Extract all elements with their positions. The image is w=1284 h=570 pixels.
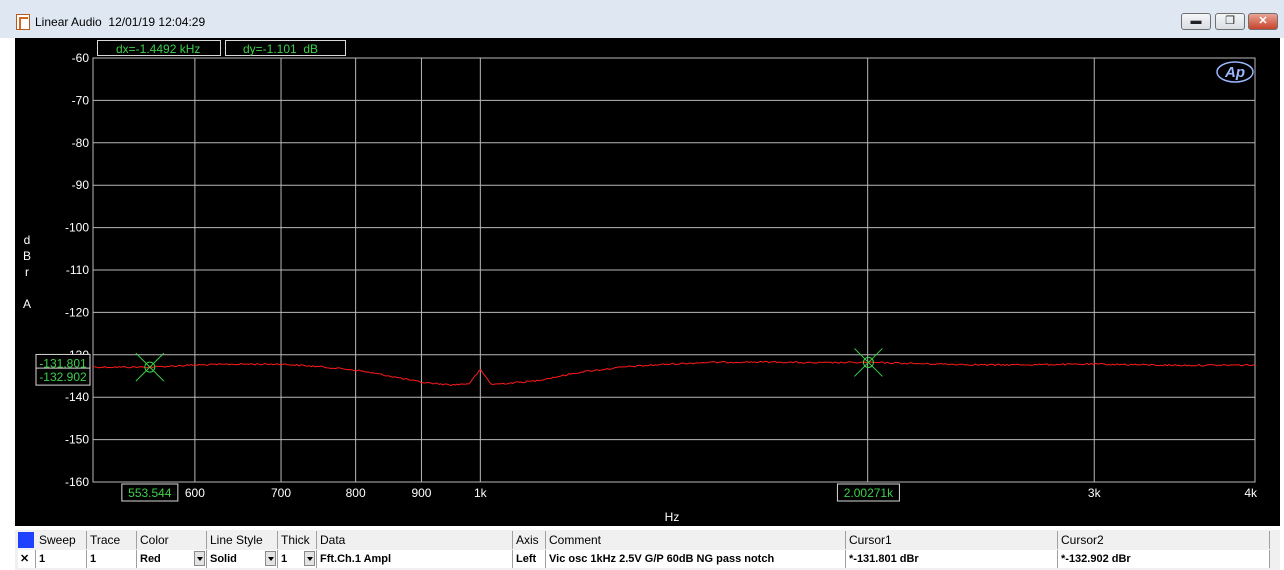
- x-axis-ticks: 600 700 800 900 1k 3k 4k: [185, 486, 1258, 500]
- chevron-down-icon[interactable]: [304, 551, 315, 566]
- trace-line: [92, 360, 1256, 387]
- y-tick-label: -120: [65, 305, 89, 319]
- chevron-down-icon[interactable]: [265, 551, 276, 566]
- y-tick-label: -160: [65, 475, 89, 489]
- minimize-button[interactable]: ▬: [1181, 13, 1211, 30]
- y-axis-label-char: B: [23, 249, 31, 263]
- col-header-axis[interactable]: Axis: [513, 531, 546, 549]
- y-tick-label: -90: [72, 178, 90, 192]
- cursor-layer[interactable]: -131.801-132.902553.544 2.00271k: [35, 348, 900, 502]
- cursor-label-text: 553.544: [128, 486, 172, 500]
- col-header-cursor1[interactable]: Cursor1: [846, 531, 1058, 549]
- row-enable-checkbox[interactable]: ✕: [18, 550, 36, 568]
- cell-comment[interactable]: Vic osc 1kHz 2.5V G/P 60dB NG pass notch: [546, 550, 846, 568]
- y-tick-label: -100: [65, 221, 89, 235]
- y-tick-label: -60: [72, 51, 90, 65]
- y-tick-label: -150: [65, 433, 89, 447]
- fft-chart[interactable]: -60-70-80-90-100-110-120-130-140-150-160…: [15, 38, 1280, 526]
- x-tick-label: 3k: [1088, 486, 1102, 500]
- y-axis-ticks: -60-70-80-90-100-110-120-130-140-150-160: [65, 51, 89, 489]
- y-axis-label-char: d: [24, 233, 31, 247]
- close-button[interactable]: ✕: [1248, 13, 1278, 30]
- thick-value: 1: [281, 553, 288, 565]
- y-tick-label: -80: [72, 136, 90, 150]
- line-style-value: Solid: [210, 553, 237, 565]
- col-header-trace[interactable]: Trace: [87, 531, 137, 549]
- color-select[interactable]: Red: [137, 550, 207, 568]
- row-selector-header[interactable]: [18, 532, 34, 548]
- cell-cursor1[interactable]: *-131.801 dBr: [846, 550, 1058, 568]
- trace-layer: [92, 360, 1256, 387]
- col-header-sweep[interactable]: Sweep: [36, 531, 87, 549]
- x-tick-label: 800: [346, 486, 366, 500]
- cell-axis[interactable]: Left: [513, 550, 546, 568]
- cursor-label-text: 2.00271k: [844, 486, 894, 500]
- ap-logo-icon: Ap: [1216, 61, 1254, 83]
- x-tick-label: 700: [271, 486, 291, 500]
- cell-data[interactable]: Fft.Ch.1 Ampl: [317, 550, 513, 568]
- cell-sweep[interactable]: 1: [36, 550, 87, 568]
- trace-table[interactable]: Sweep Trace Color Line Style Thick Data …: [15, 530, 1280, 570]
- line-style-select[interactable]: Solid: [207, 550, 278, 568]
- restore-button[interactable]: ❐: [1215, 13, 1245, 30]
- y-tick-label: -140: [65, 390, 89, 404]
- x-axis-label: Hz: [665, 510, 680, 524]
- cursor2-y-readout[interactable]: -132.902: [35, 367, 91, 386]
- cursor-label-text: -132.902: [39, 370, 87, 384]
- color-value: Red: [140, 553, 161, 565]
- cell-cursor2[interactable]: *-132.902 dBr: [1058, 550, 1270, 568]
- col-header-thick[interactable]: Thick: [278, 531, 317, 549]
- grid-lines: [92, 57, 1256, 483]
- svg-text:Ap: Ap: [1224, 64, 1245, 81]
- y-tick-label: -110: [66, 263, 89, 277]
- col-header-line-style[interactable]: Line Style: [207, 531, 278, 549]
- y-axis-label-char: r: [25, 265, 29, 279]
- chevron-down-icon[interactable]: [194, 551, 205, 566]
- cursor1-x-readout[interactable]: 2.00271k: [836, 483, 900, 502]
- cell-trace[interactable]: 1: [87, 550, 137, 568]
- app-icon[interactable]: [16, 14, 30, 30]
- col-header-cursor2[interactable]: Cursor2: [1058, 531, 1270, 549]
- y-axis-label: dBr A: [23, 233, 31, 311]
- window-title: Linear Audio 12/01/19 12:04:29: [35, 15, 206, 29]
- x-tick-label: 4k: [1244, 486, 1258, 500]
- col-header-data[interactable]: Data: [317, 531, 513, 549]
- y-axis-label-char: A: [23, 297, 31, 311]
- col-header-comment[interactable]: Comment: [546, 531, 846, 549]
- thick-select[interactable]: 1: [278, 550, 317, 568]
- col-header-color[interactable]: Color: [137, 531, 207, 549]
- x-tick-label: 1k: [474, 486, 488, 500]
- y-tick-label: -70: [72, 93, 90, 107]
- x-tick-label: 900: [411, 486, 431, 500]
- title-bar: Linear Audio 12/01/19 12:04:29 ▬ ❐ ✕: [0, 0, 1284, 38]
- graph-panel[interactable]: dx=-1.4492 kHz dy=-1.101 dB -60 -70 -80 -90…: [15, 38, 1280, 526]
- cursor2-x-readout[interactable]: 553.544: [121, 483, 179, 502]
- x-tick-label: 600: [185, 486, 205, 500]
